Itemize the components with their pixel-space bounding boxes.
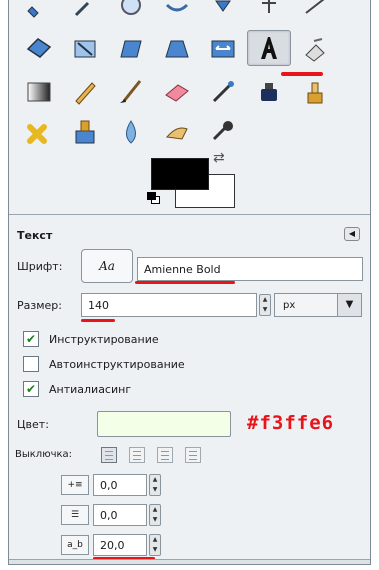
size-input[interactable]: 140 — [81, 293, 257, 317]
spin-down-icon[interactable]: ▼ — [260, 305, 270, 315]
panel-menu-icon[interactable]: ◀ — [344, 227, 360, 241]
tool-row-4 — [17, 114, 245, 150]
flip-tool-icon[interactable] — [201, 30, 245, 66]
color-hex-annotation: #f3ffe6 — [247, 412, 335, 434]
size-spinner[interactable]: ▲ ▼ — [259, 294, 271, 316]
letter-spacing-input[interactable]: 20,0 — [93, 534, 147, 556]
heal-tool-icon[interactable] — [17, 114, 61, 150]
justify-fill-button[interactable] — [185, 447, 201, 463]
swap-colors-icon[interactable]: ⇄ — [213, 150, 225, 166]
tool-options-panel: Текст ◀ Шрифт: Aa Amienne Bold Размер: 1… — [9, 214, 370, 565]
font-annotation — [135, 281, 235, 284]
antialias-label: Антиалиасинг — [49, 383, 132, 396]
blur-tool-icon[interactable] — [109, 114, 153, 150]
hinting-label: Инструктирование — [49, 333, 159, 346]
measure-tool-icon[interactable] — [293, 0, 337, 24]
spin-up-icon[interactable]: ▲ — [150, 505, 160, 515]
unit-select[interactable]: px ▼ — [274, 293, 362, 317]
spin-up-icon[interactable]: ▲ — [260, 295, 270, 305]
hinting-checkbox[interactable]: ✔ — [23, 331, 39, 347]
default-colors-icon[interactable] — [147, 192, 161, 204]
justify-right-button[interactable] — [129, 447, 145, 463]
dodge-burn-tool-icon[interactable] — [201, 114, 245, 150]
text-color-button[interactable] — [97, 411, 231, 437]
crop-tool-icon[interactable] — [63, 0, 107, 24]
letter-spacing-icon: a_b — [61, 535, 89, 555]
chevron-down-icon[interactable]: ▼ — [337, 294, 361, 316]
line-spacing-icon: ☰ — [61, 505, 89, 525]
clone-tool-icon[interactable] — [293, 74, 337, 110]
fuzzy-select-tool-icon[interactable] — [293, 30, 337, 66]
justify-left-button[interactable] — [101, 447, 117, 463]
size-label: Размер: — [17, 299, 62, 312]
shear-tool-icon[interactable] — [109, 30, 153, 66]
color-label: Цвет: — [17, 418, 49, 431]
align-tool-icon[interactable] — [201, 0, 245, 24]
panel-title: Текст — [17, 229, 53, 242]
paintbrush-tool-icon[interactable] — [109, 74, 153, 110]
rotate-tool-icon[interactable] — [17, 30, 61, 66]
foreground-color-swatch[interactable] — [151, 158, 209, 190]
size-annotation — [81, 319, 115, 322]
justify-center-button[interactable] — [157, 447, 173, 463]
spin-up-icon[interactable]: ▲ — [150, 535, 160, 545]
eraser-tool-icon[interactable] — [155, 74, 199, 110]
autohint-checkbox[interactable] — [23, 356, 39, 372]
tool-row-3 — [17, 74, 337, 110]
justify-label: Выключка: — [15, 449, 73, 460]
airbrush-tool-icon[interactable] — [201, 74, 245, 110]
line-spacing-spinner[interactable]: ▲ ▼ — [149, 504, 161, 526]
text-tool-icon[interactable] — [247, 30, 291, 66]
scale-tool-icon[interactable] — [63, 30, 107, 66]
perspective-clone-tool-icon[interactable] — [63, 114, 107, 150]
perspective-tool-icon[interactable] — [155, 30, 199, 66]
indent-input[interactable]: 0,0 — [93, 474, 147, 496]
tool-row-1 — [17, 0, 337, 24]
smudge-tool-icon[interactable] — [155, 114, 199, 150]
move-tool-icon[interactable] — [17, 0, 61, 24]
letter-spacing-spinner[interactable]: ▲ ▼ — [149, 534, 161, 556]
toolbox: ⇄ — [9, 0, 370, 210]
font-input[interactable]: Amienne Bold — [137, 257, 363, 281]
unit-value: px — [283, 299, 296, 311]
panel-bottom-edge — [9, 559, 370, 564]
spin-down-icon[interactable]: ▼ — [150, 485, 160, 495]
zoom-tool-icon[interactable] — [109, 0, 153, 24]
spin-down-icon[interactable]: ▼ — [150, 545, 160, 555]
active-tool-annotation — [281, 72, 323, 76]
font-preview-button[interactable]: Aa — [81, 249, 133, 283]
antialias-checkbox[interactable]: ✔ — [23, 381, 39, 397]
indent-icon: +≡ — [61, 475, 89, 495]
font-label: Шрифт: — [17, 260, 63, 273]
ink-tool-icon[interactable] — [247, 74, 291, 110]
line-spacing-input[interactable]: 0,0 — [93, 504, 147, 526]
blend-tool-icon[interactable] — [17, 74, 61, 110]
warp-tool-icon[interactable] — [155, 0, 199, 24]
indent-spinner[interactable]: ▲ ▼ — [149, 474, 161, 496]
pencil-tool-icon[interactable] — [63, 74, 107, 110]
spin-down-icon[interactable]: ▼ — [150, 515, 160, 525]
transform-tool-icon[interactable] — [247, 0, 291, 24]
spin-up-icon[interactable]: ▲ — [150, 475, 160, 485]
color-area[interactable]: ⇄ — [147, 150, 243, 212]
tool-row-2 — [17, 30, 337, 66]
autohint-label: Автоинструктирование — [49, 358, 185, 371]
toolbox-window: ⇄ Текст ◀ Шрифт: Aa Amienne Bold Размер:… — [8, 0, 371, 565]
